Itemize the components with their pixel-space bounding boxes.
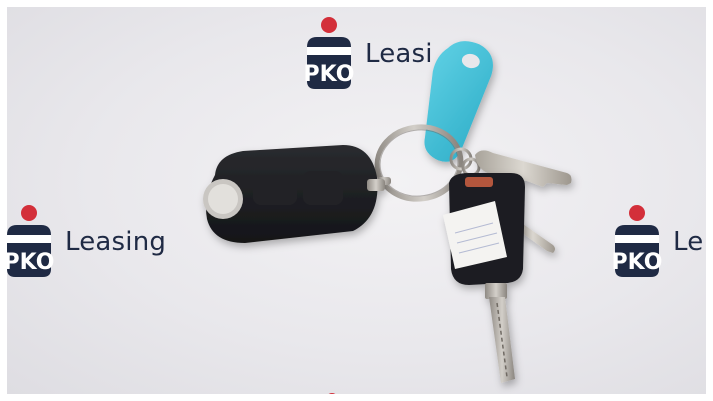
keys-photo: PKO Leasi PKO Leasing PKO Le — [7, 7, 706, 394]
car-key-fob — [203, 145, 385, 243]
keys-illustration — [203, 41, 572, 383]
photo-frame: PKO Leasi PKO Leasing PKO Le — [0, 0, 713, 401]
paper-label-key — [443, 173, 525, 383]
